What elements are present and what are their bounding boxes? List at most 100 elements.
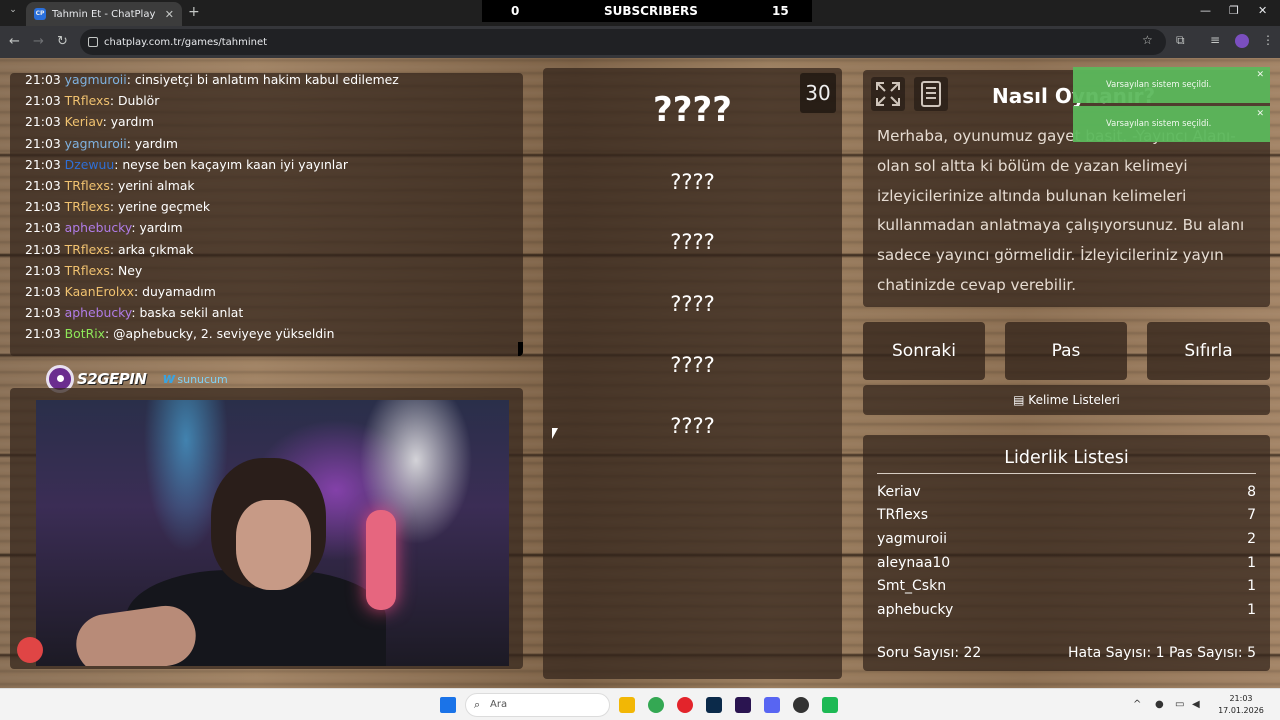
system-clock[interactable]: 21:03 17.01.2026 — [1210, 693, 1272, 717]
minimize-window-icon[interactable]: — — [1200, 4, 1211, 17]
start-windows-icon[interactable] — [440, 697, 456, 713]
profile-avatar[interactable] — [1235, 34, 1249, 48]
chat-timestamp: 21:03 — [25, 73, 61, 87]
chat-message: 21:03 TRflexs: Dublör — [25, 93, 160, 109]
chat-username[interactable]: KaanErolxx — [65, 284, 134, 299]
address-bar[interactable]: chatplay.com.tr/games/tahminet — [80, 29, 1166, 55]
browser-tab-active[interactable]: CP Tahmin Et - ChatPlay ✕ — [26, 2, 182, 26]
record-button[interactable] — [17, 637, 43, 663]
chat-username[interactable]: TRflexs — [65, 242, 110, 257]
notebook-icon: ▤ — [1013, 393, 1025, 407]
leaderboard-player-score: 1 — [1247, 602, 1256, 618]
chat-username[interactable]: aphebucky — [65, 305, 132, 320]
streamer-face — [236, 500, 311, 590]
chat-username[interactable]: Dzewuu — [65, 157, 115, 172]
browser-menu-icon[interactable]: ⋮ — [1262, 33, 1274, 47]
chat-text: yardım — [110, 114, 154, 130]
leaderboard-player-score: 2 — [1247, 531, 1256, 547]
discord-icon[interactable] — [764, 697, 780, 713]
chat-message: 21:03 yagmuroii: yardım — [25, 135, 178, 151]
chat-text: yerine geçmek — [117, 199, 211, 215]
taskbar-search-input[interactable]: ⌕ Ara — [465, 693, 610, 717]
chat-text: duyamadım — [142, 283, 216, 299]
word-lists-label: Kelime Listeleri — [1028, 393, 1120, 407]
chat-text: Dublör — [117, 93, 160, 109]
close-tab-icon[interactable]: ✕ — [165, 8, 174, 21]
chat-username[interactable]: aphebucky — [65, 220, 132, 235]
leaderboard-player-name: Smt_Cskn — [877, 578, 947, 594]
chat-text: Ney — [117, 262, 143, 278]
streaming-app-icon[interactable] — [822, 697, 838, 713]
leaderboard-divider — [877, 473, 1256, 474]
fullscreen-icon[interactable] — [871, 77, 905, 111]
how-to-play-text: Merhaba, oyunumuz gayet basit. -Yayıncı … — [877, 127, 1245, 294]
obs-icon[interactable] — [793, 697, 809, 713]
word-lists-button[interactable]: ▤ Kelime Listeleri — [863, 385, 1270, 415]
forward-arrow-icon[interactable]: → — [33, 34, 44, 49]
next-button[interactable]: Sonraki — [863, 322, 985, 380]
network-icon[interactable]: ▭ — [1175, 699, 1184, 710]
chat-timestamp: 21:03 — [25, 135, 61, 151]
chat-username[interactable]: yagmuroii — [65, 136, 127, 151]
close-toast-icon[interactable]: ✕ — [1256, 70, 1264, 80]
wsunucum-logo-text: sunucum — [177, 372, 228, 386]
webcam-video — [36, 400, 509, 666]
close-toast-icon[interactable]: ✕ — [1256, 109, 1264, 119]
leaderboard-player-score: 1 — [1247, 555, 1256, 571]
chat-message: 21:03 TRflexs: arka çıkmak — [25, 241, 194, 257]
hidden-word-3: ???? — [670, 292, 715, 316]
opera-icon[interactable] — [677, 697, 693, 713]
chat-username[interactable]: TRflexs — [65, 199, 110, 214]
chat-username[interactable]: BotRix — [65, 326, 105, 341]
photoshop-icon[interactable] — [706, 697, 722, 713]
chat-username[interactable]: yagmuroii — [65, 73, 127, 87]
chrome-icon[interactable] — [648, 697, 664, 713]
microphone-tray-icon[interactable]: ● — [1155, 699, 1164, 710]
restore-window-icon[interactable]: ❐ — [1229, 4, 1239, 17]
chat-message: 21:03 yagmuroii: cinsiyetçi bi anlatım h… — [25, 73, 399, 87]
wsunucum-logo: w sunucum — [162, 371, 227, 387]
close-window-icon[interactable]: ✕ — [1258, 4, 1267, 17]
chat-username[interactable]: TRflexs — [65, 178, 110, 193]
site-info-icon[interactable] — [88, 37, 98, 47]
hidden-word-4: ???? — [670, 353, 715, 377]
leaderboard-row: aphebucky 1 — [877, 599, 1256, 623]
back-arrow-icon[interactable]: ← — [9, 34, 20, 49]
reload-icon[interactable]: ↻ — [57, 34, 68, 49]
chat-timestamp: 21:03 — [25, 326, 61, 342]
chat-text: @aphebucky, 2. seviyeye yükseldin — [113, 326, 335, 342]
pass-button[interactable]: Pas — [1005, 322, 1127, 380]
windows-taskbar: ⌕ Ara ^ ● ▭ ◀ 21:03 17.01.2026 — [0, 688, 1280, 720]
mouse-cursor — [552, 428, 558, 439]
chat-message: 21:03 Dzewuu: neyse ben kaçayım kaan iyi… — [25, 156, 348, 172]
chat-timestamp: 21:03 — [25, 177, 61, 193]
chat-username[interactable]: TRflexs — [65, 93, 110, 108]
chat-timestamp: 21:03 — [25, 262, 61, 278]
chat-username[interactable]: Keriav — [65, 114, 103, 129]
bookmark-star-icon[interactable]: ☆ — [1142, 33, 1153, 47]
volume-icon[interactable]: ◀ — [1192, 699, 1200, 710]
leaderboard-player-score: 7 — [1247, 507, 1256, 523]
media-control-icon[interactable]: ≡ — [1210, 33, 1220, 47]
chat-scrollbar[interactable] — [518, 342, 523, 356]
chat-timestamp: 21:03 — [25, 241, 61, 257]
file-explorer-icon[interactable] — [619, 697, 635, 713]
chat-timestamp: 21:03 — [25, 199, 61, 215]
tab-search-chevron-icon[interactable]: ⌄ — [6, 5, 20, 19]
streamer-arm — [72, 601, 200, 666]
new-tab-plus-icon[interactable]: + — [188, 4, 200, 20]
rules-document-icon[interactable] — [914, 77, 948, 111]
notification-toast[interactable]: Varsayılan sistem seçildi. ✕ — [1073, 67, 1270, 103]
tray-chevron-icon[interactable]: ^ — [1133, 699, 1141, 710]
notification-toast[interactable]: Varsayılan sistem seçildi. ✕ — [1073, 106, 1270, 142]
browser-tab-strip: ⌄ CP Tahmin Et - ChatPlay ✕ + 0 SUBSCRIB… — [0, 0, 1280, 26]
leaderboard-player-name: Keriav — [877, 484, 921, 500]
subscribers-left-count: 0 — [511, 4, 520, 18]
reset-button[interactable]: Sıfırla — [1147, 322, 1270, 380]
premiere-icon[interactable] — [735, 697, 751, 713]
extensions-puzzle-icon[interactable]: ⧉ — [1176, 33, 1185, 48]
hidden-word-5: ???? — [670, 414, 715, 438]
chat-username[interactable]: TRflexs — [65, 263, 110, 278]
chat-text: yerini almak — [117, 177, 195, 193]
chat-text: arka çıkmak — [117, 241, 194, 257]
